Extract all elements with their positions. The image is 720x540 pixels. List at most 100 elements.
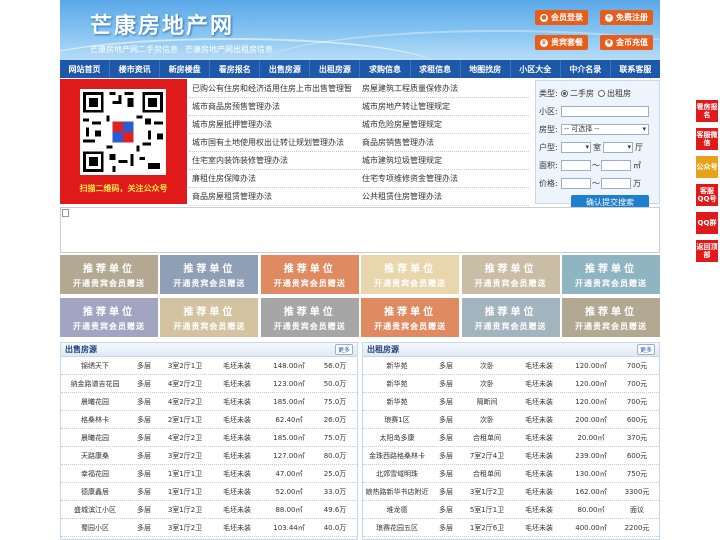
table-row[interactable]: 北郊雪域明珠 多层 合租单间 毛坯未装 130.00㎡ 750元 [363, 465, 659, 483]
table-row[interactable]: 格桑林卡 多层 2室1厅1卫 毛坯未装 62.40㎡ 26.0万 [61, 411, 357, 429]
area-max-input[interactable] [601, 159, 631, 171]
policy-link[interactable]: 住宅专项维修资金管理办法 [359, 173, 529, 184]
community-name-cell[interactable]: 琅赛花园五区 [363, 523, 431, 533]
policy-link[interactable]: 房屋建筑工程质量保修办法 [359, 83, 529, 94]
community-name-cell[interactable]: 新华苑 [363, 361, 431, 371]
community-name-cell[interactable]: 金珠西路格桑林卡 [363, 451, 431, 461]
policy-link[interactable]: 已购公有住房和经济适用住房上市出售管理暂 [189, 83, 359, 94]
member-login-button[interactable]: ● 会员登录 [535, 10, 588, 25]
nav-wanted-buy[interactable]: 求购信息 [360, 60, 411, 78]
recommended-unit-tile[interactable]: 推荐单位 开通贵宾会员赠送 [160, 255, 259, 294]
nav-agencies[interactable]: 中介名录 [561, 60, 611, 78]
side-official-account-button[interactable]: 公众号 [696, 156, 718, 178]
community-name-cell[interactable]: 琅赛1区 [363, 415, 431, 425]
recommended-unit-tile[interactable]: 推荐单位 开通贵宾会员赠送 [561, 255, 660, 294]
policy-link[interactable]: 住宅室内装饰装修管理办法 [189, 155, 359, 166]
recommended-unit-tile[interactable]: 推荐单位 开通贵宾会员赠送 [60, 255, 158, 294]
policy-link[interactable]: 商品房销售管理办法 [359, 137, 529, 148]
recommended-unit-tile[interactable]: 推荐单位 开通贵宾会员赠送 [361, 255, 460, 294]
sale-more-link[interactable]: 更多 [334, 344, 353, 355]
policy-link[interactable]: 城市国有土地使用权出让转让规划管理办法 [189, 137, 359, 148]
table-row[interactable]: 新华苑 多层 隔断间 毛坯未装 120.00㎡ 700元 [363, 393, 659, 411]
nav-communities[interactable]: 小区大全 [511, 60, 561, 78]
room-select[interactable]: ▾ [561, 141, 591, 153]
policy-link[interactable]: 公共租赁住房管理办法 [359, 191, 529, 202]
price-min-input[interactable] [561, 177, 591, 189]
community-name-cell[interactable]: 北郊雪域明珠 [363, 469, 431, 479]
nav-home[interactable]: 网站首页 [60, 60, 111, 78]
policy-link[interactable]: 廉租住房保障办法 [189, 173, 359, 184]
recommended-unit-tile[interactable]: 推荐单位 开通贵宾会员赠送 [60, 298, 158, 337]
community-name-cell[interactable]: 幸福花园 [61, 469, 129, 479]
side-qq-group-button[interactable]: QQ群 [696, 212, 718, 234]
table-row[interactable]: 太阳岛多康 多层 合租单间 毛坯未装 20.00㎡ 370元 [363, 429, 659, 447]
table-row[interactable]: 德康鑫居 多层 1室1厅1卫 毛坯未装 52.00㎡ 33.0万 [61, 483, 357, 501]
community-name-cell[interactable]: 格桑林卡 [61, 415, 129, 425]
community-name-cell[interactable]: 锦绣天下 [61, 361, 129, 371]
table-row[interactable]: 晨曦花园 多层 4室2厅2卫 毛坯未装 185.00㎡ 75.0万 [61, 393, 357, 411]
table-row[interactable]: 盛城滨江小区 多层 3室1厅2卫 毛坯未装 88.00㎡ 49.6万 [61, 501, 357, 519]
side-viewing-signup-button[interactable]: 看房报名 [696, 100, 718, 122]
secondhand-info-link[interactable]: 芒康房地产网二手房信息 [90, 44, 178, 55]
coin-recharge-button[interactable]: ¥ 金币充值 [600, 35, 653, 50]
nav-map-search[interactable]: 地图找房 [461, 60, 511, 78]
table-row[interactable]: 天路康桑 多层 3室2厅2卫 毛坯未装 127.00㎡ 80.0万 [61, 447, 357, 465]
hall-select[interactable]: ▾ [603, 141, 633, 153]
community-name-cell[interactable]: 新华苑 [363, 379, 431, 389]
nav-news[interactable]: 楼市资讯 [110, 60, 161, 78]
table-row[interactable]: 娘热路新华书店附近 多层 3室1厅2卫 毛坯未装 162.00㎡ 3300元 [363, 483, 659, 501]
recommended-unit-tile[interactable]: 推荐单位 开通贵宾会员赠送 [361, 298, 460, 337]
table-row[interactable]: 琅赛1区 多层 次卧 毛坯未装 200.00㎡ 600元 [363, 411, 659, 429]
policy-link[interactable]: 城市建筑垃圾管理规定 [359, 155, 529, 166]
policy-link[interactable]: 城市房屋抵押管理办法 [189, 119, 359, 130]
recommended-unit-tile[interactable]: 推荐单位 开通贵宾会员赠送 [461, 298, 560, 337]
recommended-unit-tile[interactable]: 推荐单位 开通贵宾会员赠送 [561, 298, 660, 337]
community-name-cell[interactable]: 太阳岛多康 [363, 433, 431, 443]
table-row[interactable]: 幸福花园 多层 1室1厅1卫 毛坯未装 47.00㎡ 25.0万 [61, 465, 357, 483]
table-row[interactable]: 琅赛花园五区 多层 1室2厅6卫 毛坯未装 400.00㎡ 2200元 [363, 519, 659, 537]
recommended-unit-tile[interactable]: 推荐单位 开通贵宾会员赠送 [260, 255, 359, 294]
area-min-input[interactable] [561, 159, 591, 171]
side-service-wechat-button[interactable]: 客服微信 [696, 128, 718, 150]
policy-link[interactable]: 城市危险房屋管理规定 [359, 119, 529, 130]
vip-package-button[interactable]: ♛ 贵宾套餐 [535, 35, 588, 50]
nav-contact[interactable]: 联系客服 [611, 60, 660, 78]
community-name-cell[interactable]: 天路康桑 [61, 451, 129, 461]
nav-viewing-signup[interactable]: 看房报名 [210, 60, 261, 78]
price-max-input[interactable] [601, 177, 631, 189]
table-row[interactable]: 新华苑 多层 次卧 毛坯未装 120.00㎡ 700元 [363, 357, 659, 375]
table-row[interactable]: 堆龙德 多层 5室1厅1卫 毛坯未装 80.00㎡ 面议 [363, 501, 659, 519]
table-row[interactable]: 蜀园小区 多层 3室1厅2卫 毛坯未装 103.44㎡ 40.0万 [61, 519, 357, 537]
table-row[interactable]: 锦绣天下 多层 3室2厅1卫 毛坯未装 148.00㎡ 56.0万 [61, 357, 357, 375]
community-name-cell[interactable]: 纳金路谱吉花园 [61, 379, 129, 389]
nav-wanted-rent[interactable]: 求租信息 [411, 60, 461, 78]
house-type-select[interactable]: -- 可选择 -- ▾ [561, 123, 649, 135]
recommended-unit-tile[interactable]: 推荐单位 开通贵宾会员赠送 [461, 255, 560, 294]
community-name-cell[interactable]: 新华苑 [363, 397, 431, 407]
secondhand-radio[interactable] [561, 89, 568, 97]
site-logo-title[interactable]: 芒康房地产网 [90, 8, 234, 40]
recommended-unit-tile[interactable]: 推荐单位 开通贵宾会员赠送 [260, 298, 359, 337]
side-back-to-top-button[interactable]: 返回顶部 [696, 240, 718, 262]
community-name-cell[interactable]: 娘热路新华书店附近 [363, 487, 431, 497]
rent-more-link[interactable]: 更多 [636, 344, 655, 355]
community-name-cell[interactable]: 德康鑫居 [61, 487, 129, 497]
side-service-qq-button[interactable]: 客服QQ号 [696, 184, 718, 206]
community-name-cell[interactable]: 蜀园小区 [61, 523, 129, 533]
community-input[interactable] [561, 105, 649, 117]
banner-ad-slot[interactable] [60, 207, 660, 253]
community-name-cell[interactable]: 堆龙德 [363, 505, 431, 515]
policy-link[interactable]: 城市房地产转让管理规定 [359, 101, 529, 112]
recommended-unit-tile[interactable]: 推荐单位 开通贵宾会员赠送 [160, 298, 259, 337]
table-row[interactable]: 新华苑 多层 次卧 毛坯未装 120.00㎡ 700元 [363, 375, 659, 393]
nav-for-rent[interactable]: 出租房源 [310, 60, 361, 78]
nav-for-sale[interactable]: 出售房源 [260, 60, 311, 78]
community-name-cell[interactable]: 晨曦花园 [61, 433, 129, 443]
table-row[interactable]: 晨曦花园 多层 4室2厅2卫 毛坯未装 185.00㎡ 75.0万 [61, 429, 357, 447]
community-name-cell[interactable]: 晨曦花园 [61, 397, 129, 407]
policy-link[interactable]: 城市商品房预售管理办法 [189, 101, 359, 112]
rental-info-link[interactable]: 芒康房地产网出租房信息 [185, 44, 273, 55]
table-row[interactable]: 纳金路谱吉花园 多层 4室2厅2卫 毛坯未装 123.00㎡ 50.0万 [61, 375, 357, 393]
policy-link[interactable]: 商品房屋租赁管理办法 [189, 191, 359, 202]
table-row[interactable]: 金珠西路格桑林卡 多层 7室2厅4卫 毛坯未装 239.00㎡ 600元 [363, 447, 659, 465]
